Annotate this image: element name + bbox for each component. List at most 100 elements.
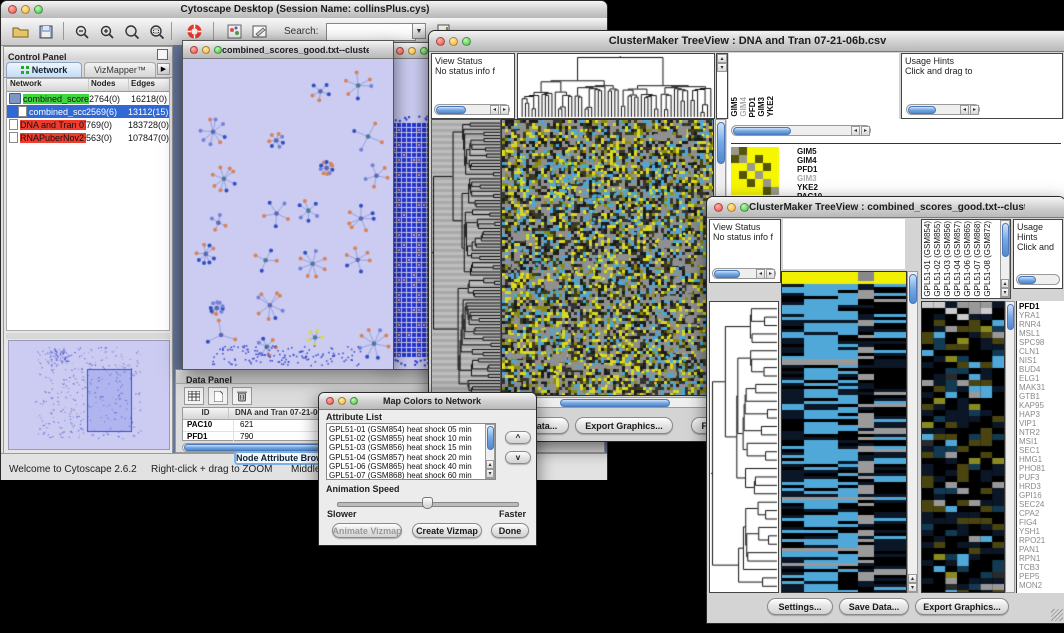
vizmapper-icon[interactable] — [223, 21, 245, 42]
dialog-titlebar[interactable]: Map Colors to Network — [319, 393, 536, 410]
zoom-in-icon[interactable] — [96, 21, 118, 42]
tab-overflow-button[interactable]: ▶ — [157, 63, 170, 75]
detail-heatmap-canvas[interactable] — [922, 302, 1004, 592]
gene-label[interactable]: HMG1 — [1019, 455, 1064, 464]
close-button[interactable] — [714, 203, 723, 212]
gene-label[interactable]: MON2 — [1019, 581, 1064, 590]
attribute-item[interactable]: GPL51-07 (GSM868) heat shock 60 min — [327, 471, 495, 480]
gene-label[interactable]: CPA2 — [1019, 509, 1064, 518]
new-attribute-icon[interactable] — [208, 387, 228, 405]
zoom-fit-icon[interactable] — [146, 21, 168, 42]
gene-label[interactable]: RPN1 — [1019, 554, 1064, 563]
attribute-item[interactable]: GPL51-03 (GSM856) heat shock 15 min — [327, 443, 495, 452]
zoom-button[interactable] — [350, 397, 358, 405]
gene-label[interactable]: FIG4 — [1019, 518, 1064, 527]
network-overview-canvas[interactable] — [9, 341, 169, 449]
gene-label[interactable]: GTB1 — [1019, 392, 1064, 401]
minimize-button[interactable] — [21, 5, 30, 14]
gene-label[interactable]: TCB3 — [1019, 563, 1064, 572]
tv1-status-hscroll[interactable]: ◂ ▸ — [434, 104, 510, 115]
col-header-edges[interactable]: Edges — [129, 79, 169, 91]
attribute-item[interactable]: GPL51-06 (GSM865) heat shock 40 min — [327, 462, 495, 471]
network-row[interactable]: RNAPuberNov2+563(0)107847(0) — [7, 131, 169, 144]
tv2-collabels-vscroll[interactable]: ▴ ▾ — [1000, 220, 1010, 298]
close-button[interactable] — [8, 5, 17, 14]
gene-label[interactable]: NIS1 — [1019, 356, 1064, 365]
tv2-detail-vscroll[interactable] — [1005, 301, 1015, 593]
save-session-icon[interactable] — [35, 21, 57, 42]
attribute-item[interactable]: GPL51-01 (GSM854) heat shock 05 min — [327, 425, 495, 434]
row-tree-canvas[interactable] — [710, 302, 778, 592]
gene-label[interactable]: MSL1 — [1019, 329, 1064, 338]
row-tree-canvas[interactable] — [432, 120, 500, 395]
gene-label[interactable]: PAN1 — [1019, 545, 1064, 554]
col-header-nodes[interactable]: Nodes — [89, 79, 129, 91]
attribute-item[interactable]: GPL51-02 (GSM855) heat shock 10 min — [327, 434, 495, 443]
treeview2-titlebar[interactable]: ClusterMaker TreeView : combined_scores_… — [707, 197, 1064, 218]
tv2-hints-hscroll[interactable] — [1016, 274, 1060, 285]
zoom-button[interactable] — [462, 37, 471, 46]
tab-network[interactable]: Network — [6, 62, 82, 77]
attribute-item[interactable]: GPL51-04 (GSM857) heat shock 20 min — [327, 453, 495, 462]
heatmap-canvas[interactable] — [782, 272, 906, 592]
attribute-select-icon[interactable] — [184, 387, 204, 405]
gene-label[interactable]: GPI16 — [1019, 491, 1064, 500]
tv2-save-data-button[interactable]: Save Data... — [839, 598, 909, 615]
panel-splitter[interactable] — [6, 333, 170, 339]
tv1-side-hscroll[interactable]: ◂ ▸ — [731, 125, 871, 136]
gene-label[interactable]: PFD1 — [1019, 302, 1064, 311]
tv1-export-graphics-button[interactable]: Export Graphics... — [575, 417, 673, 434]
gene-label[interactable]: MSI1 — [1019, 437, 1064, 446]
create-vizmap-button[interactable]: Create Vizmap — [412, 523, 482, 538]
move-up-button[interactable]: ^ — [505, 431, 531, 444]
gene-label[interactable]: MAK31 — [1019, 383, 1064, 392]
resize-grip[interactable] — [1051, 609, 1063, 621]
plugin-manager-icon[interactable] — [183, 21, 205, 42]
gene-label[interactable]: KAP95 — [1019, 401, 1064, 410]
tv2-export-graphics-button[interactable]: Export Graphics... — [915, 598, 1009, 615]
main-titlebar[interactable]: Cytoscape Desktop (Session Name: collins… — [1, 1, 607, 19]
minimize-button[interactable] — [338, 397, 346, 405]
minimize-button[interactable] — [727, 203, 736, 212]
network-canvas[interactable] — [183, 59, 391, 368]
search-input[interactable] — [326, 23, 416, 41]
close-button[interactable] — [396, 47, 404, 55]
network-row[interactable]: combined_sco2569(6)13112(15) — [7, 105, 169, 118]
gene-label[interactable]: HAP3 — [1019, 410, 1064, 419]
tab-vizmapper[interactable]: VizMapper™ — [84, 62, 156, 77]
gene-label[interactable]: SPC98 — [1019, 338, 1064, 347]
gene-label[interactable]: CLN1 — [1019, 347, 1064, 356]
zoom-button[interactable] — [34, 5, 43, 14]
zoom-selected-icon[interactable] — [121, 21, 143, 42]
col-header-network[interactable]: Network — [7, 79, 89, 91]
tv2-status-hscroll[interactable]: ◂ ▸ — [712, 268, 776, 279]
gene-label[interactable]: ELG1 — [1019, 374, 1064, 383]
column-tree-canvas[interactable] — [518, 54, 714, 118]
close-button[interactable] — [436, 37, 445, 46]
tv2-settings-button[interactable]: Settings... — [767, 598, 833, 615]
gene-label[interactable]: NTR2 — [1019, 428, 1064, 437]
tv2-heatmap-vscroll[interactable]: ▴ ▾ — [907, 271, 918, 593]
close-button[interactable] — [190, 46, 198, 54]
gene-label[interactable]: SEC1 — [1019, 446, 1064, 455]
zoom-button[interactable] — [214, 46, 222, 54]
minimize-button[interactable] — [408, 47, 416, 55]
gene-label[interactable]: YSH1 — [1019, 527, 1064, 536]
search-dropdown-button[interactable]: ▼ — [412, 23, 426, 39]
gene-label[interactable]: BUD4 — [1019, 365, 1064, 374]
gene-label[interactable]: PEP5 — [1019, 572, 1064, 581]
minimize-button[interactable] — [202, 46, 210, 54]
gene-label[interactable]: VIP1 — [1019, 419, 1064, 428]
gene-label[interactable]: PHO81 — [1019, 464, 1064, 473]
data-col-id[interactable]: ID — [183, 408, 229, 419]
animate-vizmap-button[interactable]: Animate Vizmap — [332, 523, 402, 538]
gene-label[interactable]: RNR4 — [1019, 320, 1064, 329]
open-session-icon[interactable] — [9, 21, 31, 42]
gene-label[interactable]: PUF3 — [1019, 473, 1064, 482]
treeview1-titlebar[interactable]: ClusterMaker TreeView : DNA and Tran 07-… — [429, 31, 1064, 52]
gene-label[interactable]: HRD3 — [1019, 482, 1064, 491]
slider-thumb[interactable] — [422, 497, 433, 509]
heatmap-canvas[interactable] — [502, 120, 713, 395]
gene-label[interactable]: YRA1 — [1019, 311, 1064, 320]
gene-label[interactable]: SEC24 — [1019, 500, 1064, 509]
